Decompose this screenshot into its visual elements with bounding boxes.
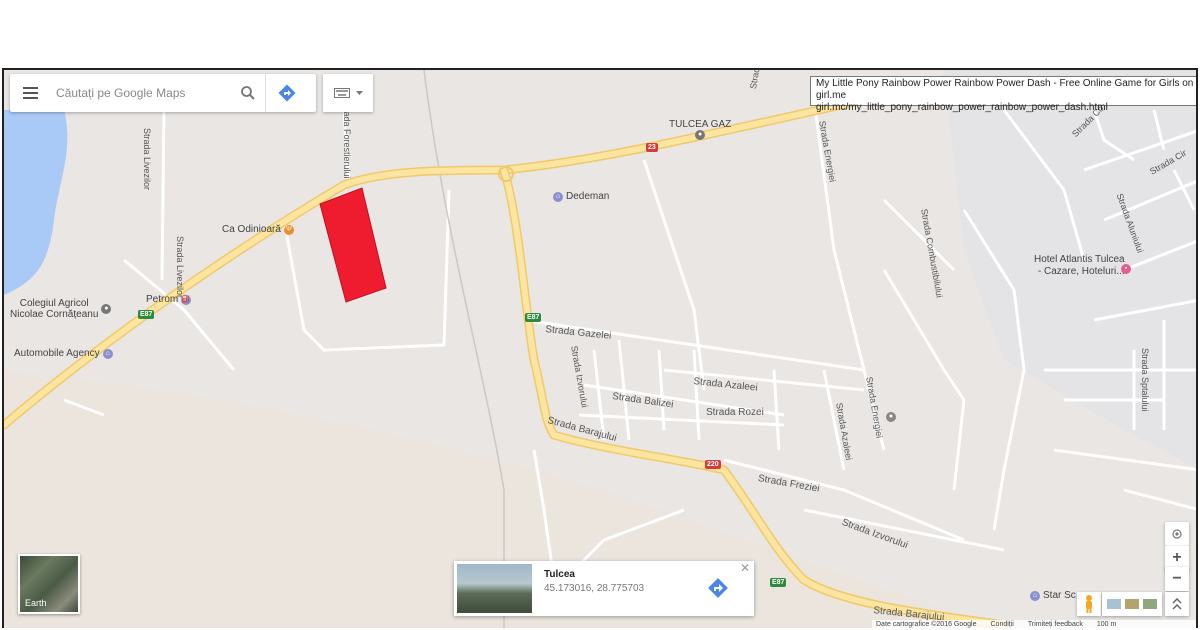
- minus-icon: −: [1172, 570, 1182, 587]
- pegman-icon: [1086, 595, 1092, 613]
- place-pin-icon: ●: [886, 412, 896, 422]
- search-input[interactable]: [50, 78, 230, 108]
- pegman-button[interactable]: [1077, 592, 1101, 616]
- search-button[interactable]: [230, 74, 266, 112]
- place-name: Tulcea: [544, 569, 575, 580]
- gas-station-icon: ●: [695, 130, 706, 140]
- school-icon: ●: [101, 304, 112, 314]
- route-shield-e87-b: E87: [525, 313, 542, 322]
- poi-colegiul[interactable]: Colegiul Agricol Nicolae Cornățeanu ●: [10, 298, 112, 320]
- terrain-layer-icon[interactable]: [1107, 599, 1121, 609]
- expand-button[interactable]: [1165, 592, 1189, 616]
- menu-icon-bar-3: [22, 97, 38, 99]
- map-layers-strip[interactable]: [1102, 592, 1162, 616]
- label-strada-livezilor-top: Strada Livezilor: [142, 128, 152, 191]
- fuel-icon: ⛽: [181, 294, 192, 305]
- poi-hotel-label-2: - Cazare, Hoteluri...: [1037, 266, 1125, 277]
- poi-colegiul-label-1: Colegiul Agricol: [19, 298, 89, 309]
- poi-colegiul-text: Colegiul Agricol Nicolae Cornățeanu: [10, 298, 98, 320]
- route-shield-e87-c: E87: [770, 578, 787, 587]
- street-view-thumbnail[interactable]: [457, 564, 532, 613]
- feedback-link[interactable]: Trimiteți feedback: [1028, 620, 1083, 628]
- keyboard-icon: [333, 88, 350, 98]
- poi-ca-odinioara-label: Ca Odinioară: [222, 224, 281, 235]
- label-strada-sptalului: Strada Sptalului: [1140, 348, 1150, 412]
- map-layer-icon[interactable]: [1143, 599, 1157, 609]
- expand-icon: [1172, 598, 1182, 610]
- menu-button[interactable]: [10, 74, 50, 112]
- close-icon[interactable]: ✕: [740, 561, 750, 575]
- location-icon: [1172, 529, 1182, 539]
- label-strada-rozei: Strada Rozei: [706, 407, 764, 418]
- poi-dedeman-label: Dedeman: [566, 191, 610, 202]
- poi-dedeman[interactable]: ⌂ Dedeman: [553, 191, 609, 202]
- poi-hotel-label-1: Hotel Atlantis Tulcea: [1034, 254, 1125, 265]
- poi-petrom-label: Petrom: [146, 294, 179, 305]
- label-strada-livezilor: Strada Livezilor: [175, 236, 185, 299]
- input-tools-button[interactable]: [323, 74, 373, 112]
- plus-icon: +: [1172, 549, 1182, 566]
- map-graphics: [4, 70, 1196, 628]
- tooltip-title: My Little Pony Rainbow Power Rainbow Pow…: [816, 78, 1194, 101]
- poi-automobile-agency-label: Automobile Agency: [14, 348, 100, 359]
- poi-hotel-icon-wrap[interactable]: ▪: [1121, 264, 1131, 274]
- directions-icon: [708, 578, 728, 598]
- search-box: [10, 74, 316, 112]
- screen: Strada Livezilor Strada Livezilor Strada…: [0, 0, 1200, 630]
- route-shield-e87-a: E87: [138, 310, 155, 319]
- poi-automobile-agency[interactable]: Automobile Agency ⌂: [14, 348, 113, 359]
- tooltip-url: girl.mc/my_little_pony_rainbow_power_rai…: [816, 102, 1108, 113]
- hotel-icon: ▪: [1121, 264, 1131, 274]
- satellite-layer-icon[interactable]: [1125, 599, 1139, 609]
- earth-view-toggle[interactable]: Earth: [18, 554, 80, 614]
- earth-label: Earth: [25, 598, 47, 608]
- poi-petrom[interactable]: Petrom ⛽: [146, 294, 192, 305]
- car-dealer-icon: ⌂: [102, 348, 113, 359]
- chevron-down-icon: [355, 90, 363, 95]
- star-place-icon: ⌂: [1030, 590, 1040, 601]
- menu-icon-bar-2: [22, 92, 38, 94]
- directions-icon: [278, 84, 296, 102]
- poi-generic-marker[interactable]: ●: [886, 412, 896, 422]
- scale-label: 100 m: [1096, 621, 1117, 628]
- place-card[interactable]: Tulcea 45.173016, 28.775703 ✕: [454, 561, 754, 616]
- zoom-out-button[interactable]: −: [1165, 567, 1189, 591]
- poi-colegiul-label-2: Nicolae Cornățeanu: [10, 309, 99, 320]
- poi-star[interactable]: ⌂ Star Sc: [1030, 590, 1076, 601]
- search-icon: [240, 86, 255, 100]
- shop-icon: ⌂: [553, 191, 563, 202]
- restaurant-icon: Ψ: [283, 224, 294, 235]
- poi-star-label: Star Sc: [1043, 590, 1076, 601]
- my-location-button[interactable]: [1165, 522, 1189, 546]
- place-directions-button[interactable]: [706, 576, 730, 600]
- poi-tulcea-gaz-label: TULCEA GAZ: [669, 119, 732, 130]
- poi-hotel-atlantis[interactable]: Hotel Atlantis Tulcea - Cazare, Hoteluri…: [1034, 254, 1125, 278]
- attribution-text: Date cartografice ©2016 Google: [876, 621, 977, 628]
- top-blank-area: [0, 0, 1200, 68]
- menu-icon-bar-1: [22, 87, 38, 89]
- poi-ca-odinioara[interactable]: Ca Odinioară Ψ: [222, 224, 294, 235]
- route-shield-23: 23: [646, 143, 658, 152]
- directions-button[interactable]: [266, 74, 308, 112]
- poi-tulcea-gaz[interactable]: TULCEA GAZ ●: [669, 119, 731, 140]
- map-footer: Date cartografice ©2016 Google Condiții …: [872, 620, 1196, 628]
- browser-tooltip: My Little Pony Rainbow Power Rainbow Pow…: [810, 76, 1196, 113]
- terms-link[interactable]: Condiții: [991, 620, 1014, 628]
- place-coordinates: 45.173016, 28.775703: [544, 583, 645, 594]
- map-canvas[interactable]: Strada Livezilor Strada Livezilor Strada…: [2, 68, 1198, 628]
- route-shield-220: 220: [705, 460, 721, 469]
